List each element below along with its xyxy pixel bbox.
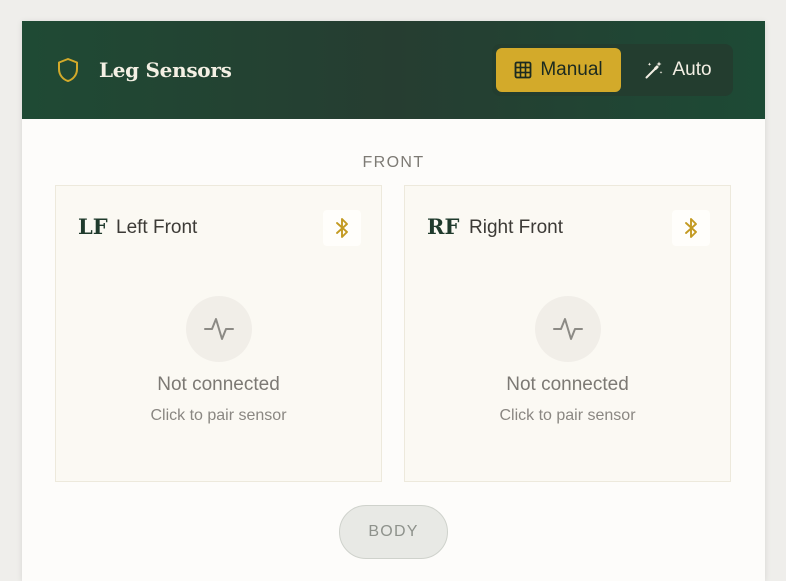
shield-icon (58, 58, 78, 82)
pulse-indicator (186, 296, 252, 362)
bluetooth-pair-button[interactable] (672, 210, 710, 246)
sensor-card-left-front[interactable]: LF Left Front Not connected Click to pai… (55, 185, 382, 482)
sensor-name: Left Front (116, 217, 198, 238)
pulse-indicator (535, 296, 601, 362)
page-title: Leg Sensors (99, 58, 232, 82)
grid-icon (514, 61, 532, 79)
connection-status: Not connected (506, 374, 629, 395)
bluetooth-icon (685, 218, 697, 238)
bluetooth-icon (336, 218, 348, 238)
body-section-button[interactable]: BODY (339, 505, 448, 559)
pair-hint: Click to pair sensor (499, 407, 636, 424)
header: Leg Sensors Manual Auto (22, 21, 765, 119)
pair-hint: Click to pair sensor (150, 407, 287, 424)
manual-mode-label: Manual (540, 59, 603, 80)
auto-mode-button[interactable]: Auto (627, 48, 729, 92)
sensor-code: RF (427, 214, 460, 239)
activity-pulse-icon (204, 318, 234, 340)
sensor-code: LF (78, 214, 108, 239)
magic-wand-icon (645, 61, 663, 79)
activity-pulse-icon (553, 318, 583, 340)
bluetooth-pair-button[interactable] (323, 210, 361, 246)
section-label-front: FRONT (362, 154, 425, 171)
mode-toggle: Manual Auto (492, 44, 733, 96)
manual-mode-button[interactable]: Manual (496, 48, 621, 92)
leg-sensors-card: Leg Sensors Manual Auto FRONT LF Left Fr… (22, 21, 765, 581)
sensor-card-right-front[interactable]: RF Right Front Not connected Click to pa… (404, 185, 731, 482)
sensor-name: Right Front (469, 217, 563, 238)
auto-mode-label: Auto (672, 59, 712, 80)
connection-status: Not connected (157, 374, 280, 395)
